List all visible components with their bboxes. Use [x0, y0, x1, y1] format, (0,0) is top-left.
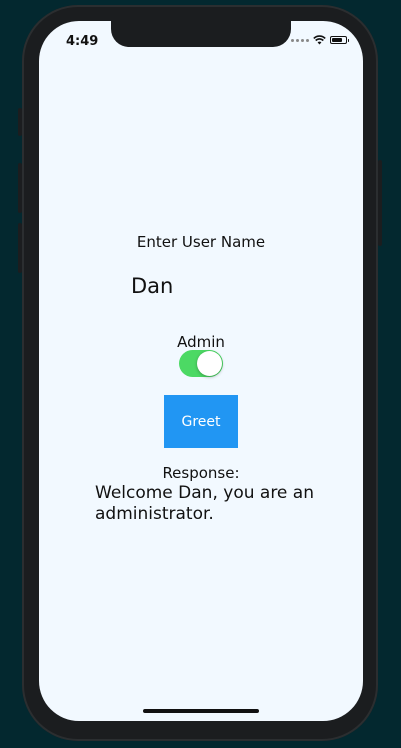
power-button — [378, 160, 382, 246]
home-indicator[interactable] — [143, 709, 259, 713]
response-label: Response: — [162, 464, 240, 482]
wifi-icon — [313, 35, 326, 45]
volume-down-button — [18, 223, 22, 273]
status-icons — [291, 35, 349, 45]
user-name-input[interactable] — [131, 271, 311, 301]
toggle-knob — [197, 351, 222, 376]
mute-switch — [18, 108, 22, 136]
battery-icon — [330, 36, 349, 44]
response-text: Welcome Dan, you are an administrator. — [95, 483, 314, 524]
status-time: 4:49 — [66, 34, 99, 49]
signal-dots-icon — [291, 38, 309, 42]
app-screen: 4:49 Enter User Name Admin Greet Respons… — [39, 21, 363, 721]
admin-label: Admin — [177, 333, 225, 351]
notch — [111, 21, 291, 47]
user-name-label: Enter User Name — [136, 233, 266, 251]
volume-up-button — [18, 163, 22, 213]
greet-button[interactable]: Greet — [164, 395, 238, 448]
admin-toggle[interactable] — [179, 350, 223, 377]
